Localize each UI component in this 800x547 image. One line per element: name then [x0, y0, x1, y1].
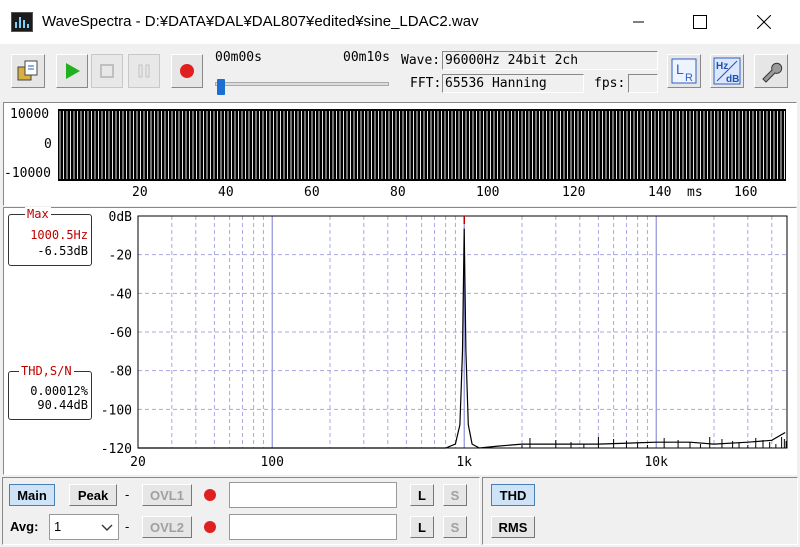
waveform-panel: 10000 0 -10000 20 40 60 80 100 120 140 160 ms: [3, 102, 797, 206]
wave-y-tick: 10000: [10, 107, 50, 122]
spectrum-y-tick: -20: [109, 249, 132, 264]
spectrum-y-tick: -60: [109, 326, 132, 341]
chevron-down-icon: [101, 524, 113, 531]
spectrum-panel: 0dB -20 -40 -60 -80 -100 -120 20 100 1k 10k Max 10…: [3, 207, 797, 475]
thd-value: 0.00012%: [30, 384, 88, 398]
wave-label: Wave:: [401, 53, 441, 68]
wave-x-tick: 100: [476, 185, 500, 200]
wave-format-field: 96000Hz 24bit 2ch: [442, 51, 658, 70]
fps-label: fps:: [594, 76, 626, 91]
close-button[interactable]: [741, 0, 787, 44]
pause-icon: [138, 64, 150, 78]
svg-text:dB: dB: [726, 74, 739, 85]
spectrum-x-tick: 100: [260, 455, 283, 470]
close-icon: [757, 15, 771, 29]
maximize-icon: [693, 15, 707, 29]
spectrum-x-tick: 20: [130, 455, 146, 470]
wave-x-tick: 160: [734, 185, 758, 200]
play-icon: [66, 63, 80, 79]
ovl1-record-button[interactable]: [199, 484, 221, 506]
wave-x-unit: ms: [687, 185, 703, 200]
max-label: Max: [25, 207, 51, 221]
thd-button[interactable]: THD: [491, 484, 535, 506]
minimize-icon: [633, 21, 644, 23]
ovl2-l-button[interactable]: L: [410, 516, 434, 538]
hz-db-scale-icon: Hz dB: [713, 57, 741, 85]
fps-field: [628, 74, 658, 93]
spectrum-y-tick: -120: [101, 442, 132, 457]
separator-dash: -: [125, 487, 130, 502]
stop-icon: [100, 64, 114, 78]
peak-button[interactable]: Peak: [69, 484, 117, 506]
channel-lr-button[interactable]: L R: [667, 54, 701, 88]
wave-x-tick: 20: [132, 185, 148, 200]
stop-button[interactable]: [91, 54, 123, 88]
settings-wrench-icon: [762, 62, 783, 83]
ovl2-s-button[interactable]: S: [443, 516, 467, 538]
ovl2-record-button[interactable]: [199, 516, 221, 538]
ovl1-button[interactable]: OVL1: [142, 484, 192, 506]
spectrum-x-tick: 1k: [456, 455, 472, 470]
record-icon: [204, 521, 216, 533]
window-title: WaveSpectra - D:¥DATA¥DAL¥DAL807¥edited¥…: [42, 13, 479, 30]
avg-select[interactable]: 1: [49, 514, 119, 540]
waveform-plot: [58, 109, 786, 181]
thd-sn-label: THD,S/N: [19, 364, 74, 378]
wave-x-tick: 140: [648, 185, 672, 200]
ovl2-name-field[interactable]: [229, 514, 397, 540]
max-peak-box: Max 1000.5Hz -6.53dB: [8, 207, 92, 266]
open-file-icon: [17, 60, 38, 81]
ovl1-l-button[interactable]: L: [410, 484, 434, 506]
time-start: 00m00s: [215, 50, 262, 65]
spectrum-x-tick: 10k: [644, 455, 668, 470]
avg-value: 1: [54, 519, 62, 534]
spectrum-y-tick: 0dB: [109, 210, 133, 225]
svg-text:R: R: [685, 72, 693, 84]
app-icon: [11, 12, 33, 32]
record-icon: [204, 489, 216, 501]
ovl2-button[interactable]: OVL2: [142, 516, 192, 538]
wave-y-tick: -10000: [4, 166, 51, 181]
thd-sn-box: THD,S/N 0.00012% 90.44dB: [8, 364, 92, 420]
spectrum-y-tick: -100: [101, 403, 132, 418]
fft-label: FFT:: [410, 76, 442, 91]
record-button[interactable]: [171, 54, 203, 88]
record-icon: [180, 64, 194, 78]
ovl1-s-button[interactable]: S: [443, 484, 467, 506]
sn-value: 90.44dB: [37, 398, 88, 412]
play-button[interactable]: [56, 54, 88, 88]
wave-x-tick: 60: [304, 185, 320, 200]
wave-x-tick: 80: [390, 185, 406, 200]
pause-button[interactable]: [128, 54, 160, 88]
minimize-button[interactable]: [616, 0, 662, 44]
hz-db-scale-button[interactable]: Hz dB: [710, 54, 744, 88]
title-bar: WaveSpectra - D:¥DATA¥DAL¥DAL807¥edited¥…: [0, 0, 800, 44]
maximize-button[interactable]: [677, 0, 723, 44]
max-level: -6.53dB: [37, 244, 88, 258]
spectrum-y-tick: -80: [109, 365, 132, 380]
main-button[interactable]: Main: [9, 484, 55, 506]
spectrum-graph: 0dB -20 -40 -60 -80 -100 -12020 100 1k 10k: [101, 210, 788, 470]
spectrum-trace: [138, 228, 786, 449]
max-frequency: 1000.5Hz: [30, 228, 88, 242]
svg-text:L: L: [676, 61, 684, 77]
wave-x-tick: 40: [218, 185, 234, 200]
position-track[interactable]: [215, 82, 389, 86]
fft-setting-field: 65536 Hanning: [442, 74, 584, 93]
avg-label: Avg:: [10, 519, 39, 534]
spectrum-y-tick: -40: [109, 287, 132, 302]
wave-y-tick: 0: [44, 137, 52, 152]
separator-dash: -: [125, 519, 130, 534]
rms-button[interactable]: RMS: [491, 516, 535, 538]
channel-lr-icon: L R: [671, 58, 697, 84]
settings-button[interactable]: [754, 54, 788, 88]
wave-x-tick: 120: [562, 185, 586, 200]
ovl1-name-field[interactable]: [229, 482, 397, 508]
open-file-button[interactable]: [11, 54, 45, 88]
position-slider-thumb[interactable]: [216, 79, 225, 95]
svg-text:Hz: Hz: [716, 61, 728, 72]
time-end: 00m10s: [343, 50, 390, 65]
